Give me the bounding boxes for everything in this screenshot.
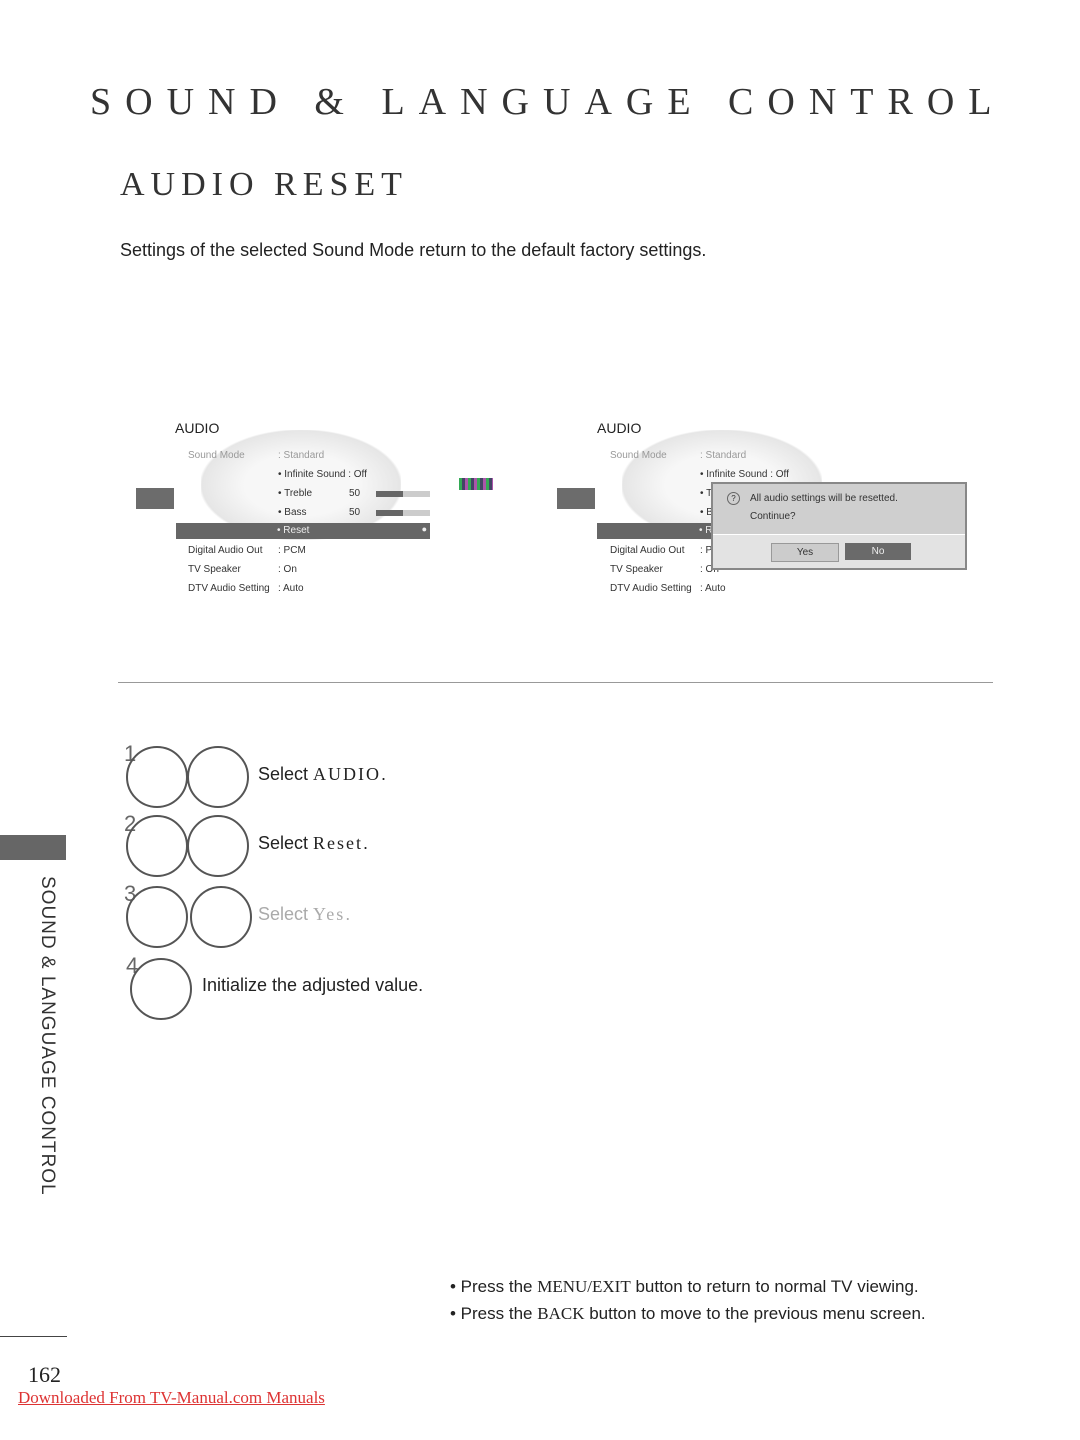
remote-button-icon (187, 815, 249, 877)
menu-value: : Standard (278, 450, 325, 461)
menu-label: Digital Audio Out (610, 545, 685, 556)
remote-button-icon (130, 958, 192, 1020)
treble-value: 50 (349, 488, 361, 499)
page-title: SOUND & LANGUAGE CONTROL (90, 81, 1006, 123)
menu-item-reset-selected: • Reset ● (176, 523, 430, 539)
menu-item-reset-selected: • R (597, 523, 717, 539)
remote-button-icon (126, 815, 188, 877)
audio-menu-screenshot-1: AUDIO Sound Mode : Standard • Infinite S… (136, 420, 436, 610)
menu-label: TV Speaker (188, 564, 241, 575)
menu-item-bass: • Bass (278, 507, 307, 518)
note-back: • Press the BACK button to move to the p… (450, 1304, 926, 1323)
note-menu-exit: • Press the MENU/EXIT button to return t… (450, 1277, 919, 1296)
intro-text: Settings of the selected Sound Mode retu… (120, 240, 707, 260)
menu-value: : Standard (700, 450, 747, 461)
dialog-question: Continue? (750, 511, 796, 522)
menu-value: : PCM (278, 545, 306, 556)
menu-item-treble: • Treble (278, 488, 313, 499)
menu-value: : Auto (700, 583, 726, 594)
menu-side-box (136, 488, 174, 509)
page-number: 162 (28, 1362, 61, 1387)
footer-line (0, 1336, 67, 1337)
section-title: AUDIO RESET (120, 166, 408, 203)
menu-value: : On (278, 564, 297, 575)
step-4: Initialize the adjusted value. (202, 975, 424, 995)
menu-label: DTV Audio Setting (188, 583, 270, 594)
divider (118, 682, 993, 683)
step-3: Select Yes. (258, 904, 351, 924)
menu-value: • Infinite Sound : Off (278, 469, 367, 480)
menu-label: DTV Audio Setting (610, 583, 692, 594)
menu-label: Sound Mode (610, 450, 667, 461)
download-link[interactable]: Downloaded From TV-Manual.com Manuals (18, 1388, 325, 1408)
menu-label: Sound Mode (188, 450, 245, 461)
yes-button[interactable]: Yes (771, 543, 839, 562)
step-1: Select AUDIO. (258, 764, 387, 784)
remote-button-icon (126, 886, 188, 948)
menu-label: TV Speaker (610, 564, 663, 575)
chapter-tab (0, 835, 66, 860)
arrow-graphic (459, 478, 493, 490)
question-icon: ? (727, 492, 740, 505)
step-2: Select Reset. (258, 833, 369, 853)
bass-value: 50 (349, 507, 361, 518)
menu-heading: AUDIO (597, 420, 642, 436)
chapter-side-label: SOUND & LANGUAGE CONTROL (37, 876, 58, 1196)
menu-label: Digital Audio Out (188, 545, 263, 556)
treble-slider (376, 491, 430, 497)
menu-value: • Infinite Sound : Off (700, 469, 789, 480)
remote-button-icon (187, 746, 249, 808)
menu-value: : Auto (278, 583, 304, 594)
remote-button-icon (190, 886, 252, 948)
enter-icon: ● (421, 524, 427, 534)
reset-confirm-dialog: ? All audio settings will be resetted. C… (711, 482, 967, 570)
no-button[interactable]: No (845, 543, 911, 560)
menu-heading: AUDIO (175, 420, 220, 436)
bass-slider (376, 510, 430, 516)
dialog-message: All audio settings will be resetted. (750, 493, 898, 504)
remote-button-icon (126, 746, 188, 808)
menu-side-box (557, 488, 595, 509)
